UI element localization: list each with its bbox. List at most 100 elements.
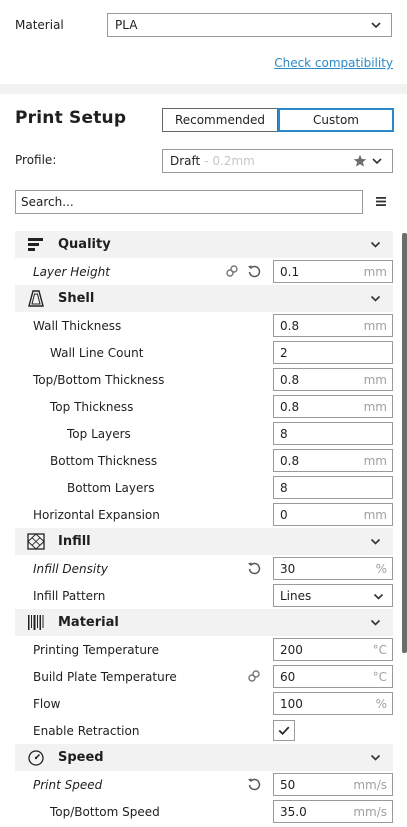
reset-icon[interactable] xyxy=(247,777,261,791)
setting-unit: mm xyxy=(363,399,387,414)
setting-label: Horizontal Expansion xyxy=(33,507,160,522)
flow-field[interactable]: 100 % xyxy=(273,692,393,715)
bottom-layers-field[interactable]: 8 xyxy=(273,476,393,499)
setting-label: Bottom Thickness xyxy=(50,453,158,468)
setting-label: Top/Bottom Speed xyxy=(50,804,160,819)
top-thickness-field[interactable]: 0.8 mm xyxy=(273,395,393,418)
setting-value: 0.8 xyxy=(280,372,300,387)
horizontal-expansion-field[interactable]: 0 mm xyxy=(273,503,393,526)
print-speed-field[interactable]: 50 mm/s xyxy=(273,773,393,796)
category-infill[interactable]: Infill xyxy=(15,528,393,555)
setting-unit: % xyxy=(375,696,387,711)
setting-value: 2 xyxy=(280,345,288,360)
wall-line-count-field[interactable]: 2 xyxy=(273,341,393,364)
setting-printing-temperature: Printing Temperature 200 °C xyxy=(15,636,393,663)
scrollbar[interactable] xyxy=(402,233,407,653)
setting-value: 8 xyxy=(280,426,288,441)
infill-icon xyxy=(27,533,45,550)
chevron-down-icon xyxy=(371,22,381,29)
setting-build-plate-temperature: Build Plate Temperature 60 °C xyxy=(15,663,393,690)
material-dropdown[interactable]: PLA xyxy=(107,13,392,37)
speed-icon xyxy=(28,750,44,766)
setting-value: 0.1 xyxy=(280,264,300,279)
setting-unit: °C xyxy=(372,669,387,684)
chevron-down-icon xyxy=(370,538,381,545)
menu-icon[interactable] xyxy=(375,196,387,207)
material-value: PLA xyxy=(115,18,138,32)
setting-value: 0.8 xyxy=(280,399,300,414)
category-material[interactable]: Material xyxy=(15,609,393,636)
setting-value: 0.8 xyxy=(280,318,300,333)
category-label: Shell xyxy=(58,291,95,306)
top-bottom-speed-field[interactable]: 35.0 mm/s xyxy=(273,800,393,823)
setting-value: 100 xyxy=(280,696,303,711)
link-icon[interactable] xyxy=(225,264,239,278)
wall-thickness-field[interactable]: 0.8 mm xyxy=(273,314,393,337)
reset-icon[interactable] xyxy=(247,561,261,575)
setting-wall-thickness: Wall Thickness 0.8 mm xyxy=(15,312,393,339)
setting-value: 200 xyxy=(280,642,303,657)
enable-retraction-checkbox[interactable] xyxy=(273,720,295,741)
tab-custom[interactable]: Custom xyxy=(278,108,394,132)
setting-infill-pattern: Infill Pattern Lines xyxy=(15,582,393,609)
category-shell[interactable]: Shell xyxy=(15,285,393,312)
top-bottom-thickness-field[interactable]: 0.8 mm xyxy=(273,368,393,391)
material-label: Material xyxy=(15,18,64,32)
category-label: Infill xyxy=(58,534,91,549)
printing-temperature-field[interactable]: 200 °C xyxy=(273,638,393,661)
profile-name: Draft xyxy=(170,154,201,168)
setting-label: Top/Bottom Thickness xyxy=(33,372,165,387)
category-speed[interactable]: Speed xyxy=(15,744,393,771)
reset-icon[interactable] xyxy=(247,264,261,278)
settings-list: Quality Layer Height 0.1 mm Shell Wall T… xyxy=(15,231,393,825)
setting-flow: Flow 100 % xyxy=(15,690,393,717)
link-icon[interactable] xyxy=(247,669,261,683)
material-icon xyxy=(28,615,44,630)
top-layers-field[interactable]: 8 xyxy=(273,422,393,445)
setting-label: Printing Temperature xyxy=(33,642,159,657)
setting-value: 0 xyxy=(280,507,288,522)
setting-label: Wall Thickness xyxy=(33,318,122,333)
setting-wall-line-count: Wall Line Count 2 xyxy=(15,339,393,366)
chevron-down-icon xyxy=(370,241,381,248)
setting-value: 35.0 xyxy=(280,804,307,819)
quality-icon xyxy=(28,238,43,251)
setting-label: Enable Retraction xyxy=(33,723,140,738)
chevron-down-icon xyxy=(372,158,382,165)
profile-dropdown[interactable]: Draft - 0.2mm xyxy=(162,149,393,173)
build-plate-temperature-field[interactable]: 60 °C xyxy=(273,665,393,688)
category-quality[interactable]: Quality xyxy=(15,231,393,258)
setting-label: Build Plate Temperature xyxy=(33,669,177,684)
tab-recommended[interactable]: Recommended xyxy=(162,108,278,132)
star-icon[interactable] xyxy=(353,154,367,168)
setting-label: Bottom Layers xyxy=(67,480,155,495)
category-label: Quality xyxy=(58,237,111,252)
setting-unit: mm xyxy=(363,453,387,468)
setting-label: Flow xyxy=(33,696,61,711)
check-compatibility-link[interactable]: Check compatibility xyxy=(274,56,393,70)
setting-label: Top Layers xyxy=(67,426,131,441)
category-label: Speed xyxy=(58,750,104,765)
bottom-thickness-field[interactable]: 0.8 mm xyxy=(273,449,393,472)
infill-pattern-dropdown[interactable]: Lines xyxy=(273,584,393,607)
chevron-down-icon xyxy=(370,295,381,302)
setting-value: 30 xyxy=(280,561,296,576)
infill-density-field[interactable]: 30 % xyxy=(273,557,393,580)
category-label: Material xyxy=(58,615,119,630)
setting-top-thickness: Top Thickness 0.8 mm xyxy=(15,393,393,420)
profile-detail: - 0.2mm xyxy=(204,154,255,168)
checkmark-icon xyxy=(278,726,290,736)
setting-bottom-layers: Bottom Layers 8 xyxy=(15,474,393,501)
setting-label: Print Speed xyxy=(33,777,103,792)
setting-print-speed: Print Speed 50 mm/s xyxy=(15,771,393,798)
settings-search-input[interactable]: Search... xyxy=(15,190,363,214)
layer-height-field[interactable]: 0.1 mm xyxy=(273,260,393,283)
setting-layer-height: Layer Height 0.1 mm xyxy=(15,258,393,285)
chevron-down-icon xyxy=(373,593,384,600)
section-divider xyxy=(0,84,407,94)
setting-unit: mm/s xyxy=(353,804,387,819)
setting-enable-retraction: Enable Retraction xyxy=(15,717,393,744)
setting-unit: mm xyxy=(363,372,387,387)
profile-label: Profile: xyxy=(15,153,57,167)
setting-label: Layer Height xyxy=(33,264,110,279)
